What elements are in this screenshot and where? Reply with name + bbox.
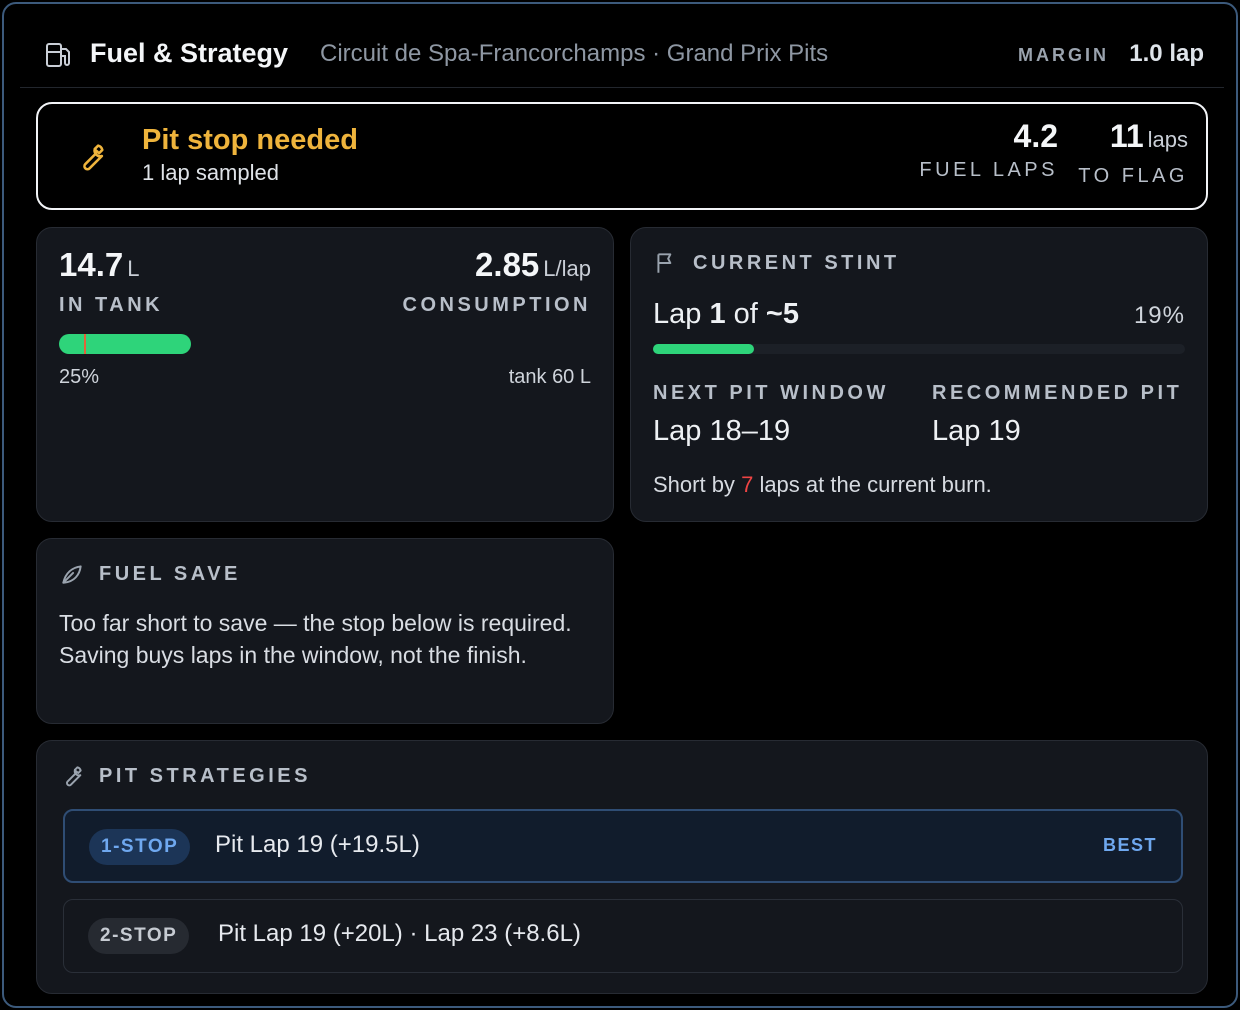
strategy-plan: Pit Lap 19 (+19.5L) [215, 831, 420, 858]
wrench-icon [66, 766, 82, 787]
stint-progress-fill [653, 344, 755, 354]
stint-progress-bar [653, 344, 1185, 354]
fuel-laps-stat: 4.2 FUEL LAPS [919, 118, 1058, 182]
shortfall-suffix: laps at the current burn. [759, 472, 992, 497]
stint-lap-of: of [733, 298, 758, 330]
wrench-icon [83, 144, 104, 171]
fuel-save-header: FUEL SAVE [59, 561, 241, 587]
shortfall-count: 7 [741, 472, 754, 497]
consumption-value: 2.85 [475, 246, 540, 283]
in-tank-value: 14.7 [59, 246, 124, 283]
strategy-plan: Pit Lap 19 (+20L) · Lap 23 (+8.6L) [218, 920, 581, 947]
stint-label: CURRENT STINT [693, 251, 900, 274]
alert-subtitle: 1 lap sampled [142, 160, 279, 185]
in-tank-stat: 14.7 L IN TANK [59, 246, 163, 317]
strategy-option-2-stop[interactable]: 2-STOP Pit Lap 19 (+20L) · Lap 23 (+8.6L… [63, 899, 1183, 973]
fuel-save-text: Too far short to save — the stop below i… [59, 610, 572, 668]
stint-lap-counter: Lap 1 of ~5 [653, 298, 799, 331]
to-flag-value: 11 [1109, 118, 1144, 154]
consumption-unit: L/lap [543, 256, 591, 281]
fuel-save-label: FUEL SAVE [99, 562, 241, 585]
leaf-icon [62, 565, 82, 584]
recommended-pit-value: Lap 19 [932, 415, 1021, 447]
to-flag-stat: 11 laps TO FLAG [1078, 118, 1188, 188]
panel-header: Fuel & Strategy Circuit de Spa-Francorch… [20, 20, 1224, 88]
tank-capacity: tank 60 L [508, 366, 591, 388]
flag-icon [657, 253, 672, 273]
strategy-tag: 2-STOP [88, 918, 190, 954]
stint-lap-total: ~5 [765, 298, 799, 330]
fuel-strategy-panel: Fuel & Strategy Circuit de Spa-Francorch… [2, 2, 1238, 1008]
tank-level-bar [59, 334, 191, 354]
fuel-laps-label: FUEL LAPS [919, 159, 1058, 181]
current-stint-card: CURRENT STINT Lap 1 of ~5 19% NEXT PIT W… [630, 227, 1208, 522]
in-tank-label: IN TANK [59, 294, 164, 316]
pit-strategies-label: PIT STRATEGIES [99, 764, 311, 787]
fuel-laps-value: 4.2 [1013, 118, 1058, 154]
margin-value: 1.0 lap [1129, 40, 1204, 67]
margin-label: MARGIN [1018, 45, 1109, 65]
stint-header: CURRENT STINT [653, 250, 900, 276]
in-tank-unit: L [127, 256, 140, 281]
tank-card: 14.7 L IN TANK 2.85 L/lap CONSUMPTION 25% … [36, 227, 614, 522]
strategy-option-1-stop[interactable]: 1-STOP Pit Lap 19 (+19.5L) BEST [63, 809, 1183, 883]
page-title: Fuel & Strategy [90, 38, 289, 68]
consumption-stat: 2.85 L/lap CONSUMPTION [403, 246, 592, 317]
shortfall-prefix: Short by [653, 472, 735, 497]
stint-lap-current: 1 [709, 298, 726, 330]
pit-strategies-card: PIT STRATEGIES 1-STOP Pit Lap 19 (+19.5L… [36, 740, 1208, 994]
fuel-save-card: FUEL SAVE Too far short to save — the st… [36, 538, 614, 724]
track-name: Circuit de Spa-Francorchamps · Grand Pri… [320, 40, 829, 67]
stint-progress-percent: 19% [1133, 302, 1185, 329]
tank-level-marker [84, 334, 86, 354]
recommended-pit-label: RECOMMENDED PIT [932, 382, 1183, 404]
to-flag-label: TO FLAG [1078, 165, 1188, 187]
best-badge: BEST [1102, 835, 1157, 855]
consumption-label: CONSUMPTION [402, 294, 591, 316]
next-pit-window-label: NEXT PIT WINDOW [653, 382, 889, 404]
pit-stop-alert: Pit stop needed 1 lap sampled 4.2 FUEL L… [36, 102, 1208, 210]
fuel-pump-icon [46, 43, 70, 67]
next-pit-window-value: Lap 18–19 [653, 415, 791, 447]
alert-title: Pit stop needed [142, 124, 358, 156]
pit-strategies-header: PIT STRATEGIES [59, 763, 311, 789]
tank-fill-percent: 25% [59, 366, 100, 388]
next-pit-window: NEXT PIT WINDOW Lap 18–19 [653, 382, 889, 448]
strategy-tag: 1-STOP [89, 829, 191, 865]
recommended-pit: RECOMMENDED PIT Lap 19 [932, 382, 1182, 448]
to-flag-unit: laps [1147, 127, 1188, 152]
stint-lap-prefix: Lap [653, 298, 702, 330]
fuel-shortfall-note: Short by 7 laps at the current burn. [653, 472, 992, 498]
